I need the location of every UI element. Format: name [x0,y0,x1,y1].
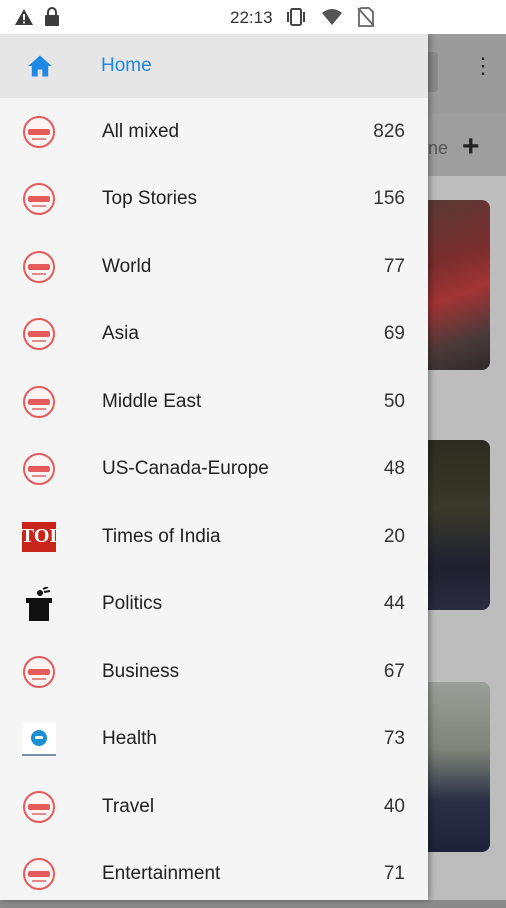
drawer-item-home[interactable]: Home [0,34,428,98]
drawer-item-top-stories[interactable]: Top Stories 156 [0,166,428,234]
toi-logo-text: TOI [22,522,56,552]
drawer-item-label: Business [102,661,179,683]
news-card-image[interactable] [428,200,490,370]
plus-icon[interactable]: + [462,130,480,164]
lock-icon [44,7,60,27]
drawer-item-label: All mixed [102,121,179,143]
drawer-item-entertainment[interactable]: Entertainment 71 [0,841,428,908]
navigation-drawer: Home All mixed 826 Top Stories 156 World… [0,34,428,900]
drawer-item-business[interactable]: Business 67 [0,638,428,706]
drawer-item-count: 77 [384,256,405,278]
drawer-item-count: 44 [384,593,405,615]
news-logo-icon [22,655,56,689]
drawer-item-count: 156 [373,188,405,210]
drawer-item-count: 67 [384,661,405,683]
news-card-image[interactable] [428,440,490,610]
no-sim-icon [357,7,375,27]
drawer-item-count: 73 [384,728,405,750]
news-logo-icon [22,182,56,216]
drawer-item-count: 48 [384,458,405,480]
drawer-item-label: Middle East [102,391,201,413]
health-logo-icon [22,722,56,756]
drawer-item-all-mixed[interactable]: All mixed 826 [0,98,428,166]
background-tab-label: ne [428,138,448,159]
status-time: 22:13 [230,8,273,28]
news-logo-icon [22,790,56,824]
drawer-item-count: 71 [384,863,405,885]
drawer-item-label: Health [102,728,157,750]
news-logo-icon [22,857,56,891]
drawer-item-label: Home [101,55,152,77]
drawer-item-us-canada-europe[interactable]: US-Canada-Europe 48 [0,436,428,504]
news-logo-icon [22,250,56,284]
drawer-item-asia[interactable]: Asia 69 [0,301,428,369]
news-card-image[interactable] [428,682,490,852]
drawer-item-times-of-india[interactable]: TOI Times of India 20 [0,503,428,571]
drawer-item-label: Asia [102,323,139,345]
drawer-item-world[interactable]: World 77 [0,233,428,301]
drawer-item-count: 50 [384,391,405,413]
drawer-item-label: World [102,256,151,278]
warning-icon [14,8,34,26]
toi-logo-icon: TOI [22,520,56,554]
drawer-item-label: Politics [102,593,162,615]
drawer-item-label: Entertainment [102,863,220,885]
status-bar: 22:13 [0,0,506,34]
more-vert-icon[interactable]: ⋮ [472,62,478,70]
drawer-item-label: US-Canada-Europe [102,458,269,480]
drawer-item-count: 40 [384,796,405,818]
drawer-item-politics[interactable]: Politics 44 [0,571,428,639]
news-logo-icon [22,317,56,351]
news-logo-icon [22,385,56,419]
drawer-item-middle-east[interactable]: Middle East 50 [0,368,428,436]
news-logo-icon [22,115,56,149]
vibrate-icon [285,7,307,27]
drawer-item-label: Times of India [102,526,221,548]
background-toolbar: ⋮ [428,34,506,114]
wifi-icon [321,8,343,26]
drawer-item-health[interactable]: Health 73 [0,706,428,774]
drawer-item-travel[interactable]: Travel 40 [0,773,428,841]
news-logo-icon [22,452,56,486]
drawer-item-count: 69 [384,323,405,345]
background-search-bar [428,52,438,92]
background-app: ⋮ ne + [428,34,506,900]
drawer-item-label: Top Stories [102,188,197,210]
podium-icon [22,587,56,621]
home-icon [26,52,54,80]
drawer-item-count: 20 [384,526,405,548]
drawer-item-label: Travel [102,796,154,818]
drawer-item-count: 826 [373,121,405,143]
